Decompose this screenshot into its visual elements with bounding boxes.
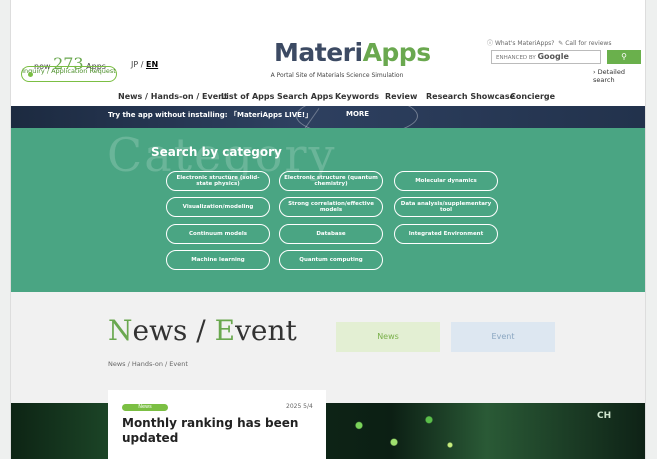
category-visualization[interactable]: Visualization/modeling — [166, 197, 270, 217]
category-label: Electronic structure (solid-state physic… — [176, 175, 260, 187]
category-molecular-dynamics[interactable]: Molecular dynamics — [394, 171, 498, 191]
news-title: News / Event — [108, 314, 297, 347]
main-nav: News / Hands-on / Event List of Apps Sea… — [11, 88, 645, 106]
category-continuum[interactable]: Continuum models — [166, 224, 270, 244]
nav-item-review[interactable]: Review — [385, 92, 417, 101]
search-button[interactable]: ⚲ — [607, 50, 641, 64]
logo-part1: Materi — [274, 38, 363, 67]
category-electronic-quantum[interactable]: Electronic structure (quantum chemistry) — [279, 171, 383, 191]
category-electronic-solid[interactable]: Electronic structure (solid-state physic… — [166, 171, 270, 191]
nav-item-search-apps[interactable]: Search Apps — [277, 92, 333, 101]
molecule-decor — [331, 403, 471, 459]
category-label: Machine learning — [191, 257, 245, 263]
site-header: now 273 Apps Inquiry / Application Reque… — [11, 0, 645, 88]
category-label: Electronic structure (quantum chemistry) — [284, 175, 378, 187]
category-quantum-computing[interactable]: Quantum computing — [279, 250, 383, 270]
category-label: Continuum models — [189, 231, 247, 237]
category-label: Molecular dynamics — [415, 178, 477, 184]
logo-part2: Apps — [362, 38, 432, 67]
top-links: ⓘ What's MateriApps? ✎ Call for reviews — [487, 38, 611, 47]
search-brand: Google — [537, 52, 569, 61]
tab-event[interactable]: Event — [451, 322, 555, 352]
category-label: Strong correlation/effective models — [288, 201, 374, 213]
category-strong-correlation[interactable]: Strong correlation/effective models — [279, 197, 383, 217]
banner-text: CH — [597, 411, 612, 421]
category-section: Category Search by category Electronic s… — [11, 128, 645, 292]
page: now 273 Apps Inquiry / Application Reque… — [10, 0, 646, 459]
nav-item-keywords[interactable]: Keywords — [335, 92, 379, 101]
category-integrated[interactable]: Integrated Environment — [394, 224, 498, 244]
category-machine-learning[interactable]: Machine learning — [166, 250, 270, 270]
category-label: Integrated Environment — [408, 231, 484, 237]
detailed-search-link[interactable]: › Detailed search — [593, 68, 645, 84]
screenshot-frame: now 273 Apps Inquiry / Application Reque… — [0, 0, 657, 459]
news-date: 2025 5/4 — [286, 403, 313, 410]
breadcrumb: News / Hands-on / Event — [108, 360, 188, 368]
news-banner-image: CH — [11, 403, 645, 459]
search-icon: ⚲ — [621, 52, 627, 61]
live-banner-text: Try the app without installing: 「MateriA… — [108, 111, 313, 119]
pencil-icon: ✎ — [558, 40, 564, 47]
inquiry-button[interactable]: Inquiry / Application Request — [21, 66, 117, 82]
lang-en-link[interactable]: EN — [146, 60, 158, 69]
more-link[interactable]: MORE — [346, 110, 369, 118]
category-label: Quantum computing — [299, 257, 363, 263]
category-title: Search by category — [151, 145, 282, 159]
site-logo[interactable]: MateriApps — [274, 38, 431, 67]
category-database[interactable]: Database — [279, 224, 383, 244]
search-input[interactable]: ENHANCED BY Google — [491, 50, 601, 64]
news-title-rest2: vent — [235, 314, 297, 347]
language-switch: JP / EN — [131, 60, 158, 69]
lang-separator: / — [140, 60, 144, 69]
live-banner[interactable]: Try the app without installing: 「MateriA… — [11, 106, 645, 128]
nav-item-list-of-apps[interactable]: List of Apps — [221, 92, 274, 101]
news-title-e: E — [214, 314, 236, 347]
category-label: Data analysis/supplementary tool — [400, 201, 492, 213]
nav-item-concierge[interactable]: Concierge — [510, 92, 555, 101]
news-headline[interactable]: Monthly ranking has been updated — [122, 416, 302, 446]
tab-news[interactable]: News — [336, 322, 440, 352]
lang-jp-link[interactable]: JP — [131, 60, 138, 69]
nav-item-research-showcase[interactable]: Research Showcase — [426, 92, 515, 101]
category-label: Visualization/modeling — [182, 204, 254, 210]
dot-icon — [28, 72, 33, 77]
site-tagline: A Portal Site of Materials Science Simul… — [270, 72, 404, 79]
news-title-n: N — [108, 314, 133, 347]
news-title-rest1: ews / — [132, 314, 215, 347]
news-badge: News — [122, 404, 168, 411]
inquiry-label: Inquiry / Application Request — [22, 67, 116, 75]
category-data-analysis[interactable]: Data analysis/supplementary tool — [394, 197, 498, 217]
news-card[interactable]: News 2025 5/4 Monthly ranking has been u… — [108, 390, 326, 459]
info-icon: ⓘ — [487, 40, 494, 47]
category-label: Database — [316, 231, 346, 237]
call-for-reviews-link[interactable]: Call for reviews — [565, 40, 611, 47]
whats-link[interactable]: What's MateriApps? — [495, 40, 555, 47]
nav-item-news[interactable]: News / Hands-on / Event — [118, 92, 228, 101]
search-prefix: ENHANCED BY — [496, 55, 536, 61]
detailed-search-label: Detailed search — [593, 68, 625, 84]
news-section: News / Event News Event News / Hands-on … — [11, 292, 645, 459]
